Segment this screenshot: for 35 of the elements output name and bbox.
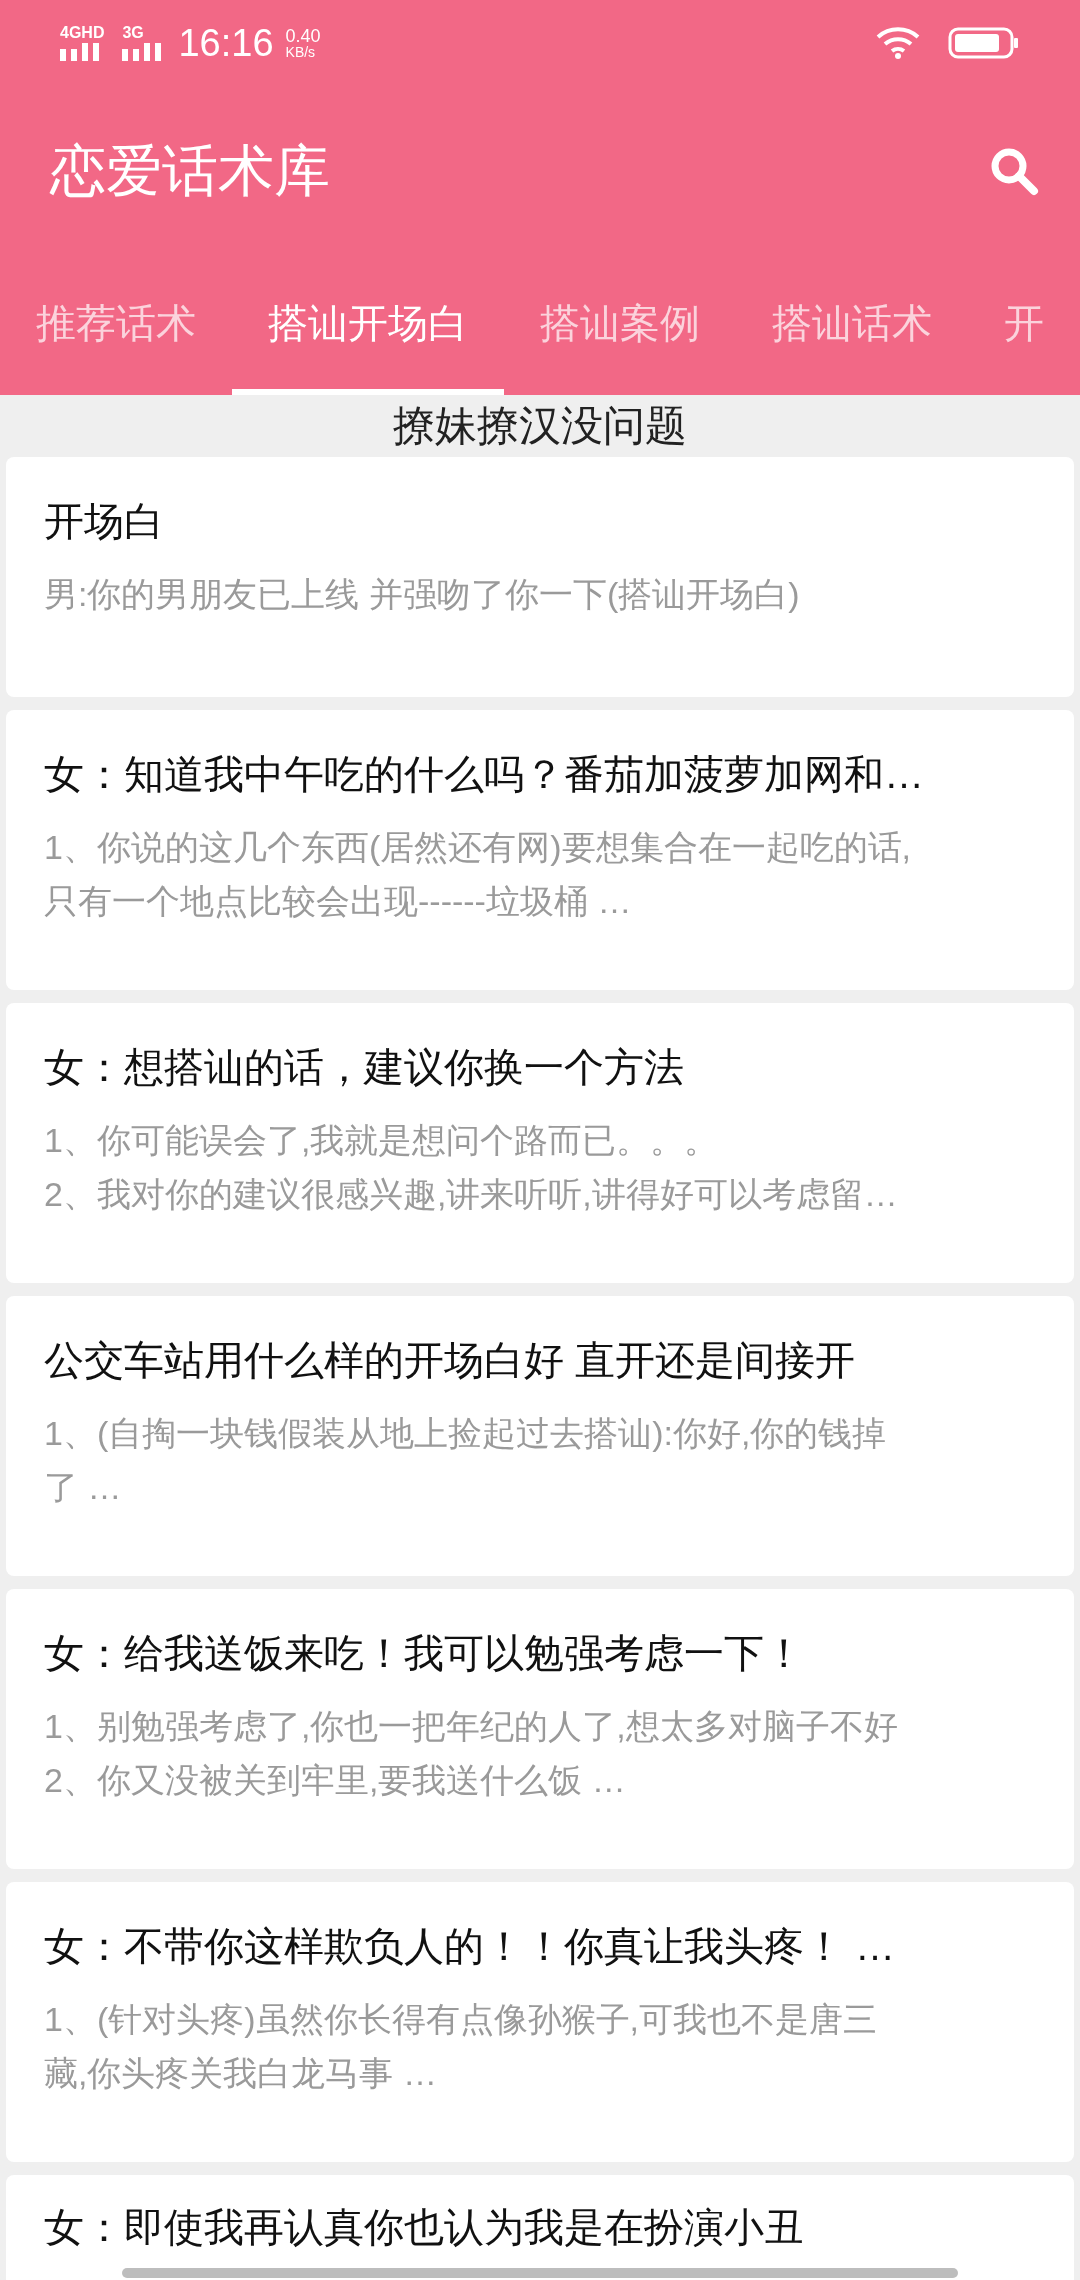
article-title: 开场白 [44, 498, 164, 545]
article-card[interactable]: 女：给我送饭来吃！我可以勉强考虑一下！ 1、别勉强考虑了,你也一把年纪的人了,想太多对脑子不好 2、你又没被关到牢里,要我送什么饭 … [6, 1589, 1074, 1869]
article-title: 女：即使我再认真你也认为我是在扮演小丑 [44, 2205, 804, 2249]
subtitle: 撩妹撩汉没问题 [392, 401, 688, 451]
article-title: 女：给我送饭来吃！我可以勉强考虑一下！ [44, 1630, 804, 1677]
article-excerpt: 1、(自掏一块钱假装从地上捡起过去搭讪):你好,你的钱掉 [44, 1413, 888, 1454]
article-excerpt: 藏,你头疼关我白龙马事 … [44, 2053, 438, 2094]
time-text: 16:16 [178, 20, 274, 66]
article-excerpt: 1、别勉强考虑了,你也一把年纪的人了,想太多对脑子不好 [44, 1706, 899, 1747]
article-excerpt: 只有一个地点比较会出现------垃圾桶 … [44, 881, 633, 922]
article-excerpt: 2、你又没被关到牢里,要我送什么饭 … [44, 1760, 627, 1801]
article-excerpt: 了 … [44, 1467, 123, 1508]
battery-icon [948, 27, 1020, 59]
article-card[interactable]: 开场白 男:你的男朋友已上线 并强吻了你一下(搭讪开场白) [6, 457, 1074, 697]
article-title: 女：知道我中午吃的什么吗？番茄加菠萝加网和… [44, 751, 924, 798]
article-title: 女：不带你这样欺负人的！！你真让我头疼！ … [44, 1923, 896, 1970]
article-card[interactable]: 女：知道我中午吃的什么吗？番茄加菠萝加网和… 1、你说的这几个东西(居然还有网)要想集合在一起吃的话, 只有一个地点比较会出现------垃圾桶 … [6, 710, 1074, 990]
article-title: 公交车站用什么样的开场白好 直开还是间接开 [44, 1337, 856, 1384]
signal-icon [60, 43, 102, 61]
article-card[interactable]: 女：不带你这样欺负人的！！你真让我头疼！ … 1、(针对头疼)虽然你长得有点像孙猴子,可我也不是唐三 藏,你头疼关我白龙马事 … [6, 1882, 1074, 2162]
speed-text: 0.40 [285, 27, 321, 45]
app-title: 恋爱话术库 [50, 138, 331, 204]
article-title: 女：想搭讪的话，建议你换一个方法 [44, 1044, 684, 1091]
wifi-icon [876, 27, 920, 59]
article-excerpt: 男:你的男朋友已上线 并强吻了你一下(搭讪开场白) [44, 574, 801, 615]
article-excerpt: 1、(针对头疼)虽然你长得有点像孙猴子,可我也不是唐三 [44, 1999, 878, 2040]
network-label: 3G [122, 25, 144, 41]
article-excerpt: 1、你说的这几个东西(居然还有网)要想集合在一起吃的话, [44, 827, 912, 868]
speed-unit: KB/s [285, 45, 317, 59]
article-excerpt: 1、你可能误会了,我就是想问个路而已。。。 [44, 1120, 720, 1161]
article-card[interactable]: 公交车站用什么样的开场白好 直开还是间接开 1、(自掏一块钱假装从地上捡起过去搭讪):你好,你的钱掉 了 … [6, 1296, 1074, 1576]
article-card[interactable]: 女：即使我再认真你也认为我是在扮演小丑 [6, 2175, 1074, 2280]
article-excerpt: 2、我对你的建议很感兴趣,讲来听听,讲得好可以考虑留… [44, 1174, 899, 1215]
network-label: 4GHD [60, 25, 105, 41]
article-card[interactable]: 女：想搭讪的话，建议你换一个方法 1、你可能误会了,我就是想问个路而已。。。 2、我对你的建议很感兴趣,讲来听听,讲得好可以考虑留… [6, 1003, 1074, 1283]
